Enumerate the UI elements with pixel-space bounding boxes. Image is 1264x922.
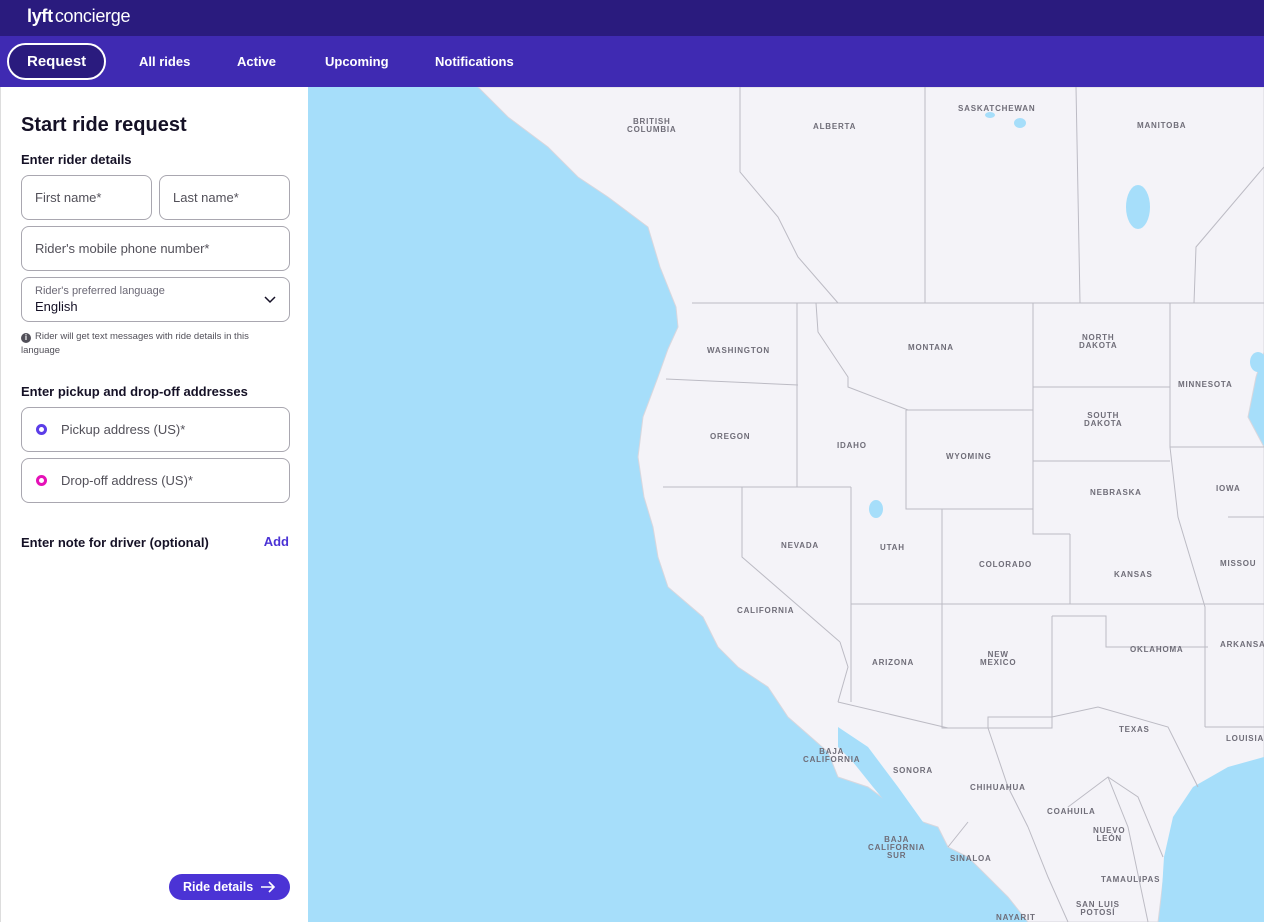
phone-placeholder: Rider's mobile phone number* [35, 241, 210, 256]
map-label-manitoba: MANITOBA [1137, 121, 1187, 130]
map-label-nevada: NEVADA [781, 541, 819, 550]
ride-request-panel: Start ride request Enter rider details F… [0, 87, 308, 922]
language-value: English [35, 299, 78, 314]
last-name-placeholder: Last name* [173, 190, 239, 205]
map-label-colorado: COLORADO [979, 560, 1033, 569]
driver-note-label: Enter note for driver (optional) [21, 535, 209, 550]
map-label-iowa: IOWA [1216, 484, 1241, 493]
logo-brand: lyft [27, 6, 53, 26]
map-label-sonora: SONORA [893, 766, 933, 775]
map-label-montana: MONTANA [908, 343, 954, 352]
add-note-link[interactable]: Add [264, 534, 289, 549]
map-label-arizona: ARIZONA [872, 658, 915, 667]
ride-details-label: Ride details [183, 880, 254, 894]
chevron-down-icon [264, 296, 276, 304]
map-view[interactable]: BRITISH COLUMBIA ALBERTA SASKATCHEWAN MA… [308, 87, 1264, 922]
map-label-louisiana: LOUISIA [1226, 734, 1264, 743]
arrow-right-icon [261, 881, 276, 893]
map-label-new-mexico: NEW MEXICO [980, 650, 1017, 667]
map-label-saskatchewan: SASKATCHEWAN [958, 104, 1036, 113]
map-label-wyoming: WYOMING [946, 452, 992, 461]
first-name-placeholder: First name* [35, 190, 102, 205]
map-label-baja-california: BAJA CALIFORNIA [803, 747, 861, 764]
pickup-dot-icon [36, 424, 47, 435]
lake [869, 500, 883, 518]
map-label-texas: TEXAS [1119, 725, 1150, 734]
map-label-chihuahua: CHIHUAHUA [970, 783, 1026, 792]
language-label: Rider's preferred language [35, 285, 165, 297]
map-label-oregon: OREGON [710, 432, 751, 441]
pickup-address-field[interactable]: Pickup address (US)* [21, 407, 290, 452]
map-label-oklahoma: OKLAHOMA [1130, 645, 1184, 654]
map-label-north-dakota: NORTH DAKOTA [1079, 333, 1118, 350]
map-label-idaho: IDAHO [837, 441, 867, 450]
map-label-nebraska: NEBRASKA [1090, 488, 1142, 497]
map-label-nuevo-leon: NUEVO LEÓN [1093, 826, 1126, 843]
map-label-san-luis-potosi: SAN LUIS POTOSÍ [1076, 900, 1120, 917]
last-name-field[interactable]: Last name* [159, 175, 290, 220]
page-title: Start ride request [21, 114, 187, 136]
dropoff-address-field[interactable]: Drop-off address (US)* [21, 458, 290, 503]
map-label-arkansas: ARKANSA [1220, 640, 1264, 649]
map-label-washington: WASHINGTON [707, 346, 770, 355]
address-heading: Enter pickup and drop-off addresses [21, 384, 248, 399]
tab-notifications[interactable]: Notifications [435, 36, 514, 87]
map-label-missouri: MISSOU [1220, 559, 1257, 568]
tab-all-rides[interactable]: All rides [139, 36, 190, 87]
map-label-tamaulipas: TAMAULIPAS [1101, 875, 1161, 884]
tab-upcoming[interactable]: Upcoming [325, 36, 389, 87]
map-label-alberta: ALBERTA [813, 122, 857, 131]
lyft-concierge-logo[interactable]: lyft concierge [27, 6, 130, 27]
map-label-utah: UTAH [880, 543, 905, 552]
map-label-british-columbia: BRITISH COLUMBIA [627, 117, 677, 134]
map-label-california: CALIFORNIA [737, 606, 795, 615]
map-label-sinaloa: SINALOA [950, 854, 992, 863]
first-name-field[interactable]: First name* [21, 175, 152, 220]
top-brand-bar: lyft concierge [0, 0, 1264, 36]
dropoff-dot-icon [36, 475, 47, 486]
dropoff-placeholder: Drop-off address (US)* [61, 473, 193, 488]
info-icon: i [21, 333, 31, 343]
lake [1126, 185, 1150, 229]
map-label-coahuila: COAHUILA [1047, 807, 1096, 816]
tab-request[interactable]: Request [7, 43, 107, 80]
lake [1014, 118, 1026, 128]
language-hint: i Rider will get text messages with ride … [21, 330, 281, 358]
ride-details-button[interactable]: Ride details [169, 874, 290, 900]
language-hint-text: Rider will get text messages with ride d… [21, 331, 249, 356]
map-label-minnesota: MINNESOTA [1178, 380, 1233, 389]
rider-details-heading: Enter rider details [21, 152, 132, 167]
pickup-placeholder: Pickup address (US)* [61, 422, 186, 437]
main-nav: Request All rides Active Upcoming Notifi… [0, 36, 1264, 87]
tab-active[interactable]: Active [237, 36, 276, 87]
map-label-baja-california-sur: BAJA CALIFORNIA SUR [868, 835, 926, 860]
map-label-nayarit: NAYARIT [996, 913, 1036, 922]
logo-product: concierge [54, 6, 131, 26]
map-label-kansas: KANSAS [1114, 570, 1153, 579]
driver-note-row: Enter note for driver (optional) Add [21, 534, 289, 552]
language-select[interactable]: Rider's preferred language English [21, 277, 290, 322]
phone-field[interactable]: Rider's mobile phone number* [21, 226, 290, 271]
map-label-south-dakota: SOUTH DAKOTA [1084, 411, 1123, 428]
map-canvas[interactable] [308, 87, 1264, 922]
